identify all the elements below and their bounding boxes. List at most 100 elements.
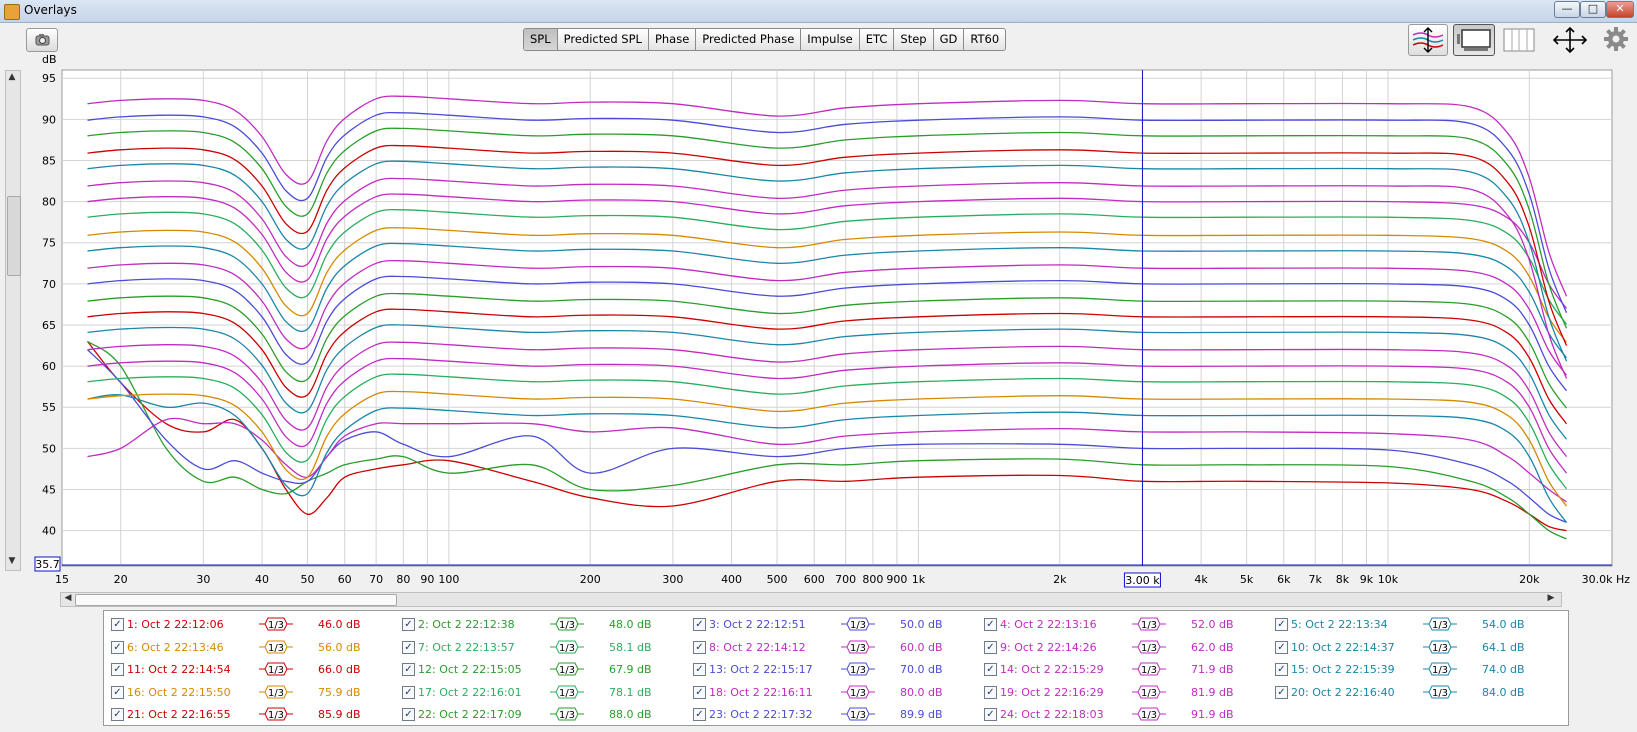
x-tick-label: 60 xyxy=(338,573,352,586)
measurement-label[interactable]: 2: Oct 2 22:12:38 xyxy=(418,618,515,631)
measurement-label[interactable]: 18: Oct 2 22:16:11 xyxy=(709,686,813,699)
smoothing-label: 1/3 xyxy=(268,688,284,699)
measurement-label[interactable]: 21: Oct 2 22:16:55 xyxy=(127,708,231,721)
smoothing-button[interactable]: 1/3 xyxy=(1132,707,1166,721)
smoothing-button[interactable]: 1/3 xyxy=(1132,662,1166,676)
visibility-checkbox[interactable]: ✓ xyxy=(693,685,706,699)
visibility-checkbox[interactable]: ✓ xyxy=(1275,618,1288,631)
level-value: 74.0 dB xyxy=(1482,663,1525,676)
visibility-checkbox[interactable]: ✓ xyxy=(984,663,997,676)
x-tick-label: 200 xyxy=(580,573,601,586)
measurement-label[interactable]: 23: Oct 2 22:17:32 xyxy=(709,708,813,721)
level-value: 85.9 dB xyxy=(318,708,361,721)
measurement-label[interactable]: 6: Oct 2 22:13:46 xyxy=(127,641,224,654)
smoothing-label: 1/3 xyxy=(1432,665,1448,676)
smoothing-button[interactable]: 1/3 xyxy=(1423,640,1457,654)
smoothing-button[interactable]: 1/3 xyxy=(1132,617,1166,631)
visibility-checkbox[interactable]: ✓ xyxy=(402,640,415,654)
visibility-checkbox[interactable]: ✓ xyxy=(693,640,706,654)
legend-entry: ✓ 6: Oct 2 22:13:46 1/3 56.0 dB xyxy=(111,638,391,658)
smoothing-button[interactable]: 1/3 xyxy=(841,617,875,631)
horizontal-scrollbar[interactable] xyxy=(60,592,1562,607)
visibility-checkbox[interactable]: ✓ xyxy=(402,618,415,631)
level-value: 66.0 dB xyxy=(318,663,361,676)
smoothing-button[interactable]: 1/3 xyxy=(550,640,584,654)
legend-entry: ✓ 2: Oct 2 22:12:38 1/3 48.0 dB xyxy=(402,615,682,635)
visibility-checkbox[interactable]: ✓ xyxy=(984,618,997,631)
level-value: 50.0 dB xyxy=(900,618,943,631)
x-tick-label: 30 xyxy=(196,573,210,586)
visibility-checkbox[interactable]: ✓ xyxy=(111,685,124,699)
measurement-label[interactable]: 8: Oct 2 22:14:12 xyxy=(709,641,806,654)
smoothing-button[interactable]: 1/3 xyxy=(1132,685,1166,699)
measurement-label[interactable]: 13: Oct 2 22:15:17 xyxy=(709,663,813,676)
plot-area[interactable] xyxy=(61,69,1613,567)
level-value: 70.0 dB xyxy=(900,663,943,676)
measurement-label[interactable]: 5: Oct 2 22:13:34 xyxy=(1291,618,1388,631)
visibility-checkbox[interactable]: ✓ xyxy=(984,640,997,654)
visibility-checkbox[interactable]: ✓ xyxy=(693,708,706,721)
smoothing-button[interactable]: 1/3 xyxy=(550,662,584,676)
smoothing-button[interactable]: 1/3 xyxy=(259,707,293,721)
spl-graph[interactable]: dB 95 90 85 80 75 70 65 60 55 50 45 40 15 20 30 40 50 60 70… xyxy=(0,0,1637,592)
smoothing-button[interactable]: 1/3 xyxy=(841,662,875,676)
smoothing-button[interactable]: 1/3 xyxy=(550,707,584,721)
smoothing-button[interactable]: 1/3 xyxy=(1423,662,1457,676)
smoothing-label: 1/3 xyxy=(559,665,575,676)
visibility-checkbox[interactable]: ✓ xyxy=(402,663,415,676)
smoothing-button[interactable]: 1/3 xyxy=(259,685,293,699)
level-value: 54.0 dB xyxy=(1482,618,1525,631)
smoothing-button[interactable]: 1/3 xyxy=(841,685,875,699)
smoothing-button[interactable]: 1/3 xyxy=(841,707,875,721)
smoothing-button[interactable]: 1/3 xyxy=(1423,617,1457,631)
visibility-checkbox[interactable]: ✓ xyxy=(1275,663,1288,676)
measurement-label[interactable]: 24: Oct 2 22:18:03 xyxy=(1000,708,1104,721)
smoothing-button[interactable]: 1/3 xyxy=(550,617,584,631)
visibility-checkbox[interactable]: ✓ xyxy=(1275,640,1288,654)
measurement-label[interactable]: 4: Oct 2 22:13:16 xyxy=(1000,618,1097,631)
scroll-left-arrow[interactable]: ◀ xyxy=(61,593,75,603)
measurement-label[interactable]: 19: Oct 2 22:16:29 xyxy=(1000,686,1104,699)
visibility-checkbox[interactable]: ✓ xyxy=(111,708,124,721)
legend-entry: ✓ 23: Oct 2 22:17:32 1/3 89.9 dB xyxy=(693,705,973,725)
measurement-label[interactable]: 11: Oct 2 22:14:54 xyxy=(127,663,231,676)
smoothing-button[interactable]: 1/3 xyxy=(259,662,293,676)
measurement-label[interactable]: 15: Oct 2 22:15:39 xyxy=(1291,663,1395,676)
measurement-label[interactable]: 16: Oct 2 22:15:50 xyxy=(127,686,231,699)
smoothing-button[interactable]: 1/3 xyxy=(841,640,875,654)
measurement-label[interactable]: 17: Oct 2 22:16:01 xyxy=(418,686,522,699)
measurement-label[interactable]: 12: Oct 2 22:15:05 xyxy=(418,663,522,676)
visibility-checkbox[interactable]: ✓ xyxy=(402,708,415,721)
visibility-checkbox[interactable]: ✓ xyxy=(693,663,706,676)
smoothing-label: 1/3 xyxy=(850,688,866,699)
visibility-checkbox[interactable]: ✓ xyxy=(984,685,997,699)
measurement-label[interactable]: 14: Oct 2 22:15:29 xyxy=(1000,663,1104,676)
legend-entry: ✓ 20: Oct 2 22:16:40 1/3 84.0 dB xyxy=(1275,683,1555,703)
visibility-checkbox[interactable]: ✓ xyxy=(111,618,124,631)
horizontal-scroll-thumb[interactable] xyxy=(75,594,397,606)
smoothing-label: 1/3 xyxy=(268,643,284,654)
visibility-checkbox[interactable]: ✓ xyxy=(111,640,124,654)
measurement-label[interactable]: 9: Oct 2 22:14:26 xyxy=(1000,641,1097,654)
measurement-label[interactable]: 22: Oct 2 22:17:09 xyxy=(418,708,522,721)
smoothing-label: 1/3 xyxy=(850,665,866,676)
smoothing-button[interactable]: 1/3 xyxy=(259,617,293,631)
smoothing-button[interactable]: 1/3 xyxy=(1423,685,1457,699)
visibility-checkbox[interactable]: ✓ xyxy=(402,685,415,699)
measurement-label[interactable]: 10: Oct 2 22:14:37 xyxy=(1291,641,1395,654)
measurement-label[interactable]: 20: Oct 2 22:16:40 xyxy=(1291,686,1395,699)
visibility-checkbox[interactable]: ✓ xyxy=(111,663,124,676)
x-tick-label: 2k xyxy=(1053,573,1067,586)
visibility-checkbox[interactable]: ✓ xyxy=(693,618,706,631)
smoothing-label: 1/3 xyxy=(559,643,575,654)
smoothing-button[interactable]: 1/3 xyxy=(550,685,584,699)
measurement-label[interactable]: 1: Oct 2 22:12:06 xyxy=(127,618,224,631)
scroll-right-arrow[interactable]: ▶ xyxy=(1544,593,1558,603)
smoothing-button[interactable]: 1/3 xyxy=(1132,640,1166,654)
y-tick-label: 45 xyxy=(42,484,56,497)
measurement-label[interactable]: 3: Oct 2 22:12:51 xyxy=(709,618,806,631)
measurement-label[interactable]: 7: Oct 2 22:13:57 xyxy=(418,641,515,654)
visibility-checkbox[interactable]: ✓ xyxy=(984,708,997,721)
smoothing-button[interactable]: 1/3 xyxy=(259,640,293,654)
visibility-checkbox[interactable]: ✓ xyxy=(1275,685,1288,699)
